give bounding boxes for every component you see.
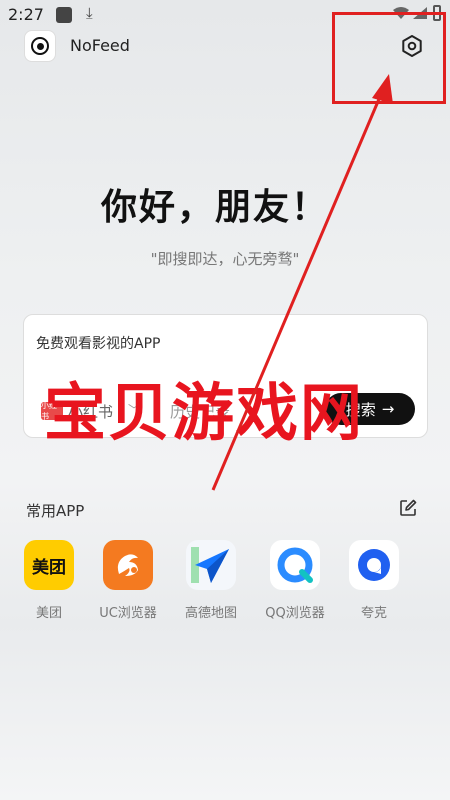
app-name: NoFeed bbox=[70, 36, 130, 55]
app-item-amap[interactable]: 高德地图 bbox=[171, 540, 251, 621]
amap-icon bbox=[186, 540, 236, 590]
app-item-uc-browser[interactable]: UC浏览器 bbox=[88, 540, 168, 621]
meituan-icon-text: 美团 bbox=[32, 557, 66, 578]
quark-glyph bbox=[358, 549, 390, 581]
uc-browser-icon bbox=[103, 540, 153, 590]
status-time: 2:27 bbox=[8, 5, 44, 24]
amap-plane-glyph bbox=[191, 547, 229, 583]
app-item-meituan[interactable]: 美团 美团 bbox=[9, 540, 89, 621]
edit-icon[interactable] bbox=[398, 498, 418, 518]
slogan-text: "即搜即达，心无旁骛" bbox=[150, 250, 300, 268]
app-item-qq-browser[interactable]: QQ浏览器 bbox=[255, 540, 335, 621]
greeting-heading: 你好，朋友！ bbox=[100, 187, 329, 228]
download-icon: ⤓ bbox=[86, 4, 93, 22]
qq-browser-glyph bbox=[277, 547, 313, 583]
app-item-quark[interactable]: 夸克 bbox=[334, 540, 414, 621]
app-label: 美团 bbox=[35, 606, 62, 621]
app-label: UC浏览器 bbox=[99, 606, 157, 621]
app-label: 夸克 bbox=[360, 606, 387, 621]
search-input[interactable]: 免费观看影视的APP bbox=[36, 333, 160, 353]
app-logo bbox=[24, 30, 56, 62]
watermark-text: 宝贝游戏网 bbox=[44, 376, 365, 449]
meituan-icon: 美团 bbox=[24, 540, 74, 590]
annotation-highlight-box bbox=[332, 12, 446, 104]
favorites-section-title: 常用APP bbox=[26, 502, 85, 520]
app-label: QQ浏览器 bbox=[265, 606, 325, 621]
app-label: 高德地图 bbox=[184, 606, 237, 621]
uc-squirrel-glyph bbox=[117, 554, 138, 576]
arrow-right-icon: → bbox=[381, 400, 395, 418]
notification-icon bbox=[56, 7, 72, 23]
qq-browser-icon bbox=[270, 540, 320, 590]
quark-icon bbox=[349, 540, 399, 590]
